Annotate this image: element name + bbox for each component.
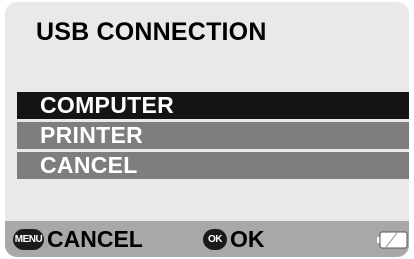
button-guide-bar: MENU CANCEL OK OK xyxy=(5,221,409,257)
menu-item-label: COMPUTER xyxy=(40,92,175,118)
camera-screen: USB CONNECTION COMPUTER PRINTER CANCEL M… xyxy=(5,2,409,257)
menu-button-icon: MENU xyxy=(13,228,44,250)
ok-label: OK xyxy=(230,226,265,252)
ok-button-icon: OK xyxy=(203,228,227,250)
menu-item-label: PRINTER xyxy=(40,122,144,148)
cancel-button[interactable]: MENU CANCEL xyxy=(13,221,143,257)
battery-icon xyxy=(377,231,408,249)
menu-item-cancel[interactable]: CANCEL xyxy=(17,152,409,179)
menu-item-label: CANCEL xyxy=(40,152,138,178)
menu-item-computer[interactable]: COMPUTER xyxy=(17,92,409,119)
ok-button[interactable]: OK OK xyxy=(203,221,265,257)
cancel-label: CANCEL xyxy=(47,226,143,252)
menu-item-printer[interactable]: PRINTER xyxy=(17,122,409,149)
page-title: USB CONNECTION xyxy=(36,18,267,46)
usb-mode-menu: COMPUTER PRINTER CANCEL xyxy=(17,92,409,182)
